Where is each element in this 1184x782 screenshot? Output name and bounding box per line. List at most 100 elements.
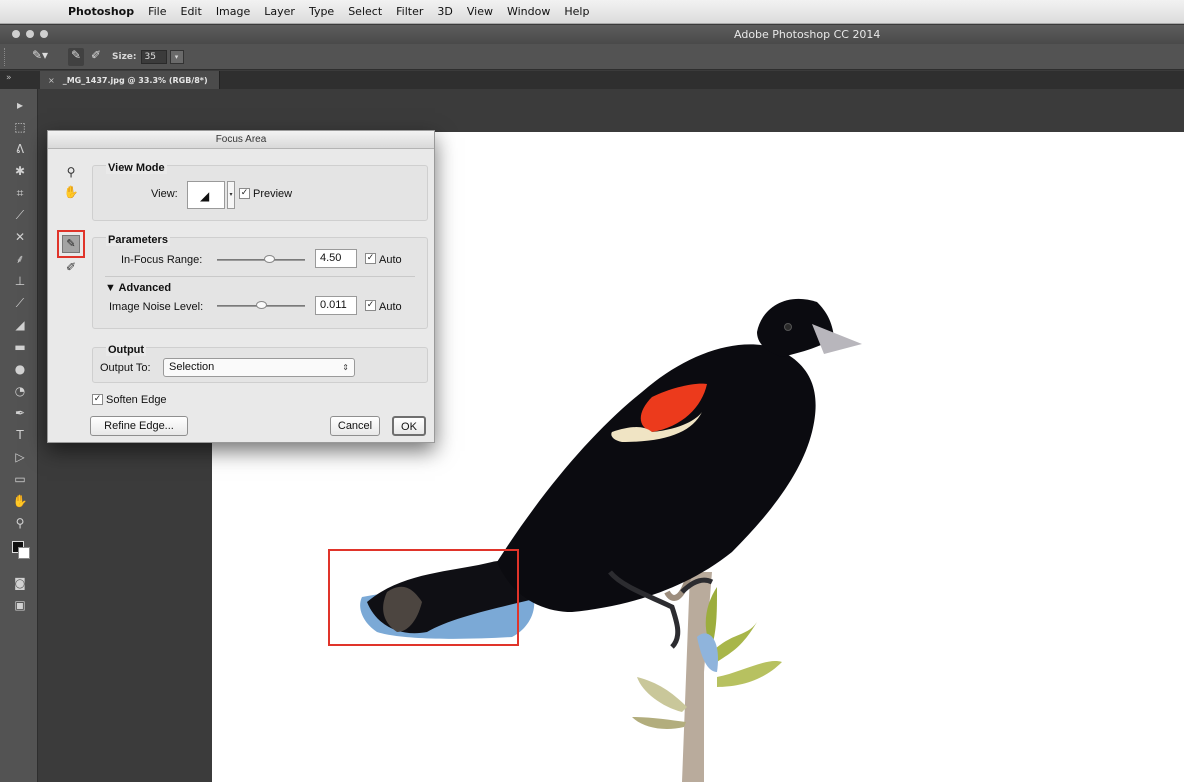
focus-add-brush-tool[interactable]: ✎ bbox=[57, 230, 85, 258]
brush-tool-icon[interactable]: ⸙ bbox=[12, 251, 28, 267]
zoom-window-button[interactable] bbox=[40, 30, 48, 38]
window-title-bar: Adobe Photoshop CC 2014 bbox=[0, 25, 1184, 44]
zoom-tool-icon[interactable]: ⚲ bbox=[12, 515, 28, 531]
eraser-tool-icon[interactable]: ◢ bbox=[12, 317, 28, 333]
hand-tool-icon[interactable]: ✋ bbox=[12, 493, 28, 509]
soften-edge-label: Soften Edge bbox=[106, 394, 167, 406]
select-arrows-icon: ⇕ bbox=[342, 363, 349, 372]
soften-edge-checkbox[interactable]: ✓ bbox=[92, 394, 103, 405]
cancel-button[interactable]: Cancel bbox=[330, 416, 380, 436]
type-tool-icon[interactable]: T bbox=[12, 427, 28, 443]
marquee-tool-icon[interactable]: ⬚ bbox=[12, 119, 28, 135]
bird-body bbox=[497, 344, 816, 612]
view-mode-thumbnail[interactable]: ◢ bbox=[187, 181, 225, 209]
panel-collapse-icon[interactable]: » bbox=[6, 73, 12, 83]
menu-window[interactable]: Window bbox=[507, 5, 550, 18]
parameters-title: Parameters bbox=[106, 234, 170, 246]
minimize-window-button[interactable] bbox=[26, 30, 34, 38]
in-focus-auto-checkbox[interactable]: ✓ bbox=[365, 253, 376, 264]
magic-wand-tool-icon[interactable]: ✱ bbox=[12, 163, 28, 179]
gradient-tool-icon[interactable]: ▬ bbox=[12, 339, 28, 355]
document-tab-bar: » × _MG_1437.jpg @ 33.3% (RGB/8*) bbox=[0, 71, 1184, 89]
image-noise-auto-checkbox[interactable]: ✓ bbox=[365, 300, 376, 311]
refine-edge-button[interactable]: Refine Edge... bbox=[90, 416, 188, 436]
menu-layer[interactable]: Layer bbox=[264, 5, 295, 18]
close-window-button[interactable] bbox=[12, 30, 20, 38]
pen-tool-icon[interactable]: ✒ bbox=[12, 405, 28, 421]
tail-highlight-box bbox=[328, 549, 519, 646]
document-tab[interactable]: × _MG_1437.jpg @ 33.3% (RGB/8*) bbox=[40, 71, 220, 89]
parameters-group: Parameters In-Focus Range: 4.50 ✓ Auto ▼… bbox=[92, 234, 428, 329]
in-focus-range-slider[interactable] bbox=[217, 259, 305, 261]
move-tool-icon[interactable]: ▸ bbox=[12, 97, 28, 113]
hand-icon[interactable]: ✋ bbox=[62, 183, 80, 201]
view-label: View: bbox=[151, 188, 178, 200]
menu-select[interactable]: Select bbox=[348, 5, 382, 18]
options-bar: ✎▾ ✎ ✐ Size: 35 ▾ bbox=[0, 44, 1184, 70]
shape-tool-icon[interactable]: ▭ bbox=[12, 471, 28, 487]
tool-preset-picker[interactable]: ✎▾ bbox=[28, 48, 52, 66]
brush-size-dropdown[interactable]: ▾ bbox=[169, 49, 184, 64]
focus-subtract-brush-option-icon[interactable]: ✐ bbox=[88, 48, 104, 66]
view-mode-dropdown[interactable]: ▾ bbox=[227, 181, 235, 209]
bird-beak bbox=[812, 324, 862, 354]
focus-add-brush-option-icon[interactable]: ✎ bbox=[68, 47, 84, 66]
document-tab-label: _MG_1437.jpg @ 33.3% (RGB/8*) bbox=[62, 75, 208, 85]
in-focus-range-label: In-Focus Range: bbox=[121, 254, 203, 266]
eyedropper-tool-icon[interactable]: ⟋ bbox=[12, 207, 28, 223]
preview-checkbox[interactable]: ✓ bbox=[239, 188, 250, 199]
dialog-title: Focus Area bbox=[48, 131, 434, 149]
menu-filter[interactable]: Filter bbox=[396, 5, 423, 18]
image-noise-field[interactable]: 0.011 bbox=[315, 296, 357, 315]
brush-size-field[interactable]: 35 bbox=[140, 49, 167, 64]
focus-subtract-brush-icon[interactable]: ✐ bbox=[62, 258, 80, 276]
menu-type[interactable]: Type bbox=[309, 5, 334, 18]
menu-view[interactable]: View bbox=[467, 5, 493, 18]
dodge-tool-icon[interactable]: ◔ bbox=[12, 383, 28, 399]
menu-edit[interactable]: Edit bbox=[181, 5, 202, 18]
menu-image[interactable]: Image bbox=[216, 5, 250, 18]
color-swatches-icon[interactable] bbox=[12, 541, 32, 561]
in-focus-range-slider-knob[interactable] bbox=[264, 255, 276, 263]
output-to-select[interactable]: Selection ⇕ bbox=[163, 358, 355, 377]
stamp-tool-icon[interactable]: ⊥ bbox=[12, 273, 28, 289]
healing-tool-icon[interactable]: ✕ bbox=[12, 229, 28, 245]
window-title: Adobe Photoshop CC 2014 bbox=[734, 28, 881, 41]
close-tab-icon[interactable]: × bbox=[48, 76, 55, 85]
view-mode-title: View Mode bbox=[106, 162, 167, 174]
image-noise-slider-knob[interactable] bbox=[255, 301, 267, 309]
in-focus-range-field[interactable]: 4.50 bbox=[315, 249, 357, 268]
menu-3d[interactable]: 3D bbox=[437, 5, 452, 18]
output-title: Output bbox=[106, 344, 147, 356]
toolbox: ▸ ⬚ ᕕ ✱ ⌗ ⟋ ✕ ⸙ ⊥ ⟋ ◢ ▬ ● ◔ ✒ T ▷ ▭ ✋ ⚲ … bbox=[0, 89, 38, 782]
output-group: Output Output To: Selection ⇕ bbox=[92, 344, 428, 383]
ok-button[interactable]: OK bbox=[392, 416, 426, 436]
options-bar-grip[interactable] bbox=[4, 47, 10, 66]
preview-label: Preview bbox=[253, 188, 293, 200]
mac-menu-bar: Photoshop File Edit Image Layer Type Sel… bbox=[0, 0, 1184, 24]
bird-icon: ◢ bbox=[200, 189, 210, 203]
lasso-tool-icon[interactable]: ᕕ bbox=[12, 141, 28, 157]
brush-size-label: Size: bbox=[112, 51, 137, 62]
menu-help[interactable]: Help bbox=[564, 5, 589, 18]
zoom-icon[interactable]: ⚲ bbox=[62, 163, 80, 181]
path-selection-tool-icon[interactable]: ▷ bbox=[12, 449, 28, 465]
screen-mode-icon[interactable]: ▣ bbox=[12, 597, 28, 613]
history-brush-tool-icon[interactable]: ⟋ bbox=[12, 295, 28, 311]
crop-tool-icon[interactable]: ⌗ bbox=[12, 185, 28, 201]
view-mode-group: View Mode View: ◢ ▾ ✓ Preview bbox=[92, 162, 428, 221]
blur-tool-icon[interactable]: ● bbox=[12, 361, 28, 377]
leaf-cluster-right bbox=[705, 587, 782, 687]
in-focus-auto-label: Auto bbox=[379, 254, 402, 266]
advanced-disclosure[interactable]: ▼ Advanced bbox=[105, 282, 171, 294]
window-controls bbox=[12, 30, 48, 38]
leaf-cluster-left bbox=[632, 677, 687, 729]
focus-add-brush-icon: ✎ bbox=[62, 235, 80, 253]
quick-mask-icon[interactable]: ◙ bbox=[12, 575, 28, 591]
menu-file[interactable]: File bbox=[148, 5, 166, 18]
bird-eye bbox=[784, 323, 792, 331]
focus-area-dialog: Focus Area ⚲ ✋ ✎ ✐ View Mode View: ◢ ▾ ✓… bbox=[47, 130, 435, 443]
menu-app-name[interactable]: Photoshop bbox=[68, 5, 134, 18]
output-to-label: Output To: bbox=[100, 362, 151, 374]
image-noise-level-label: Image Noise Level: bbox=[109, 301, 204, 313]
